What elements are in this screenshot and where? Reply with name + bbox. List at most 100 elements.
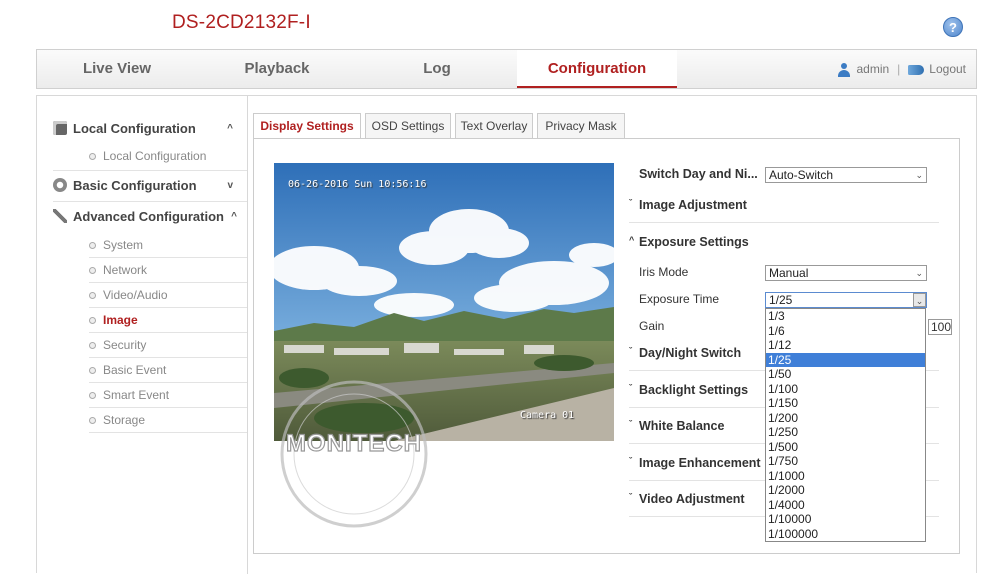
gain-label: Gain [639, 319, 665, 333]
dropdown-option[interactable]: 1/250 [766, 425, 925, 440]
sidebar-basic-configuration[interactable]: Basic Configuration v [53, 173, 243, 199]
sidebar-head-label: Basic Configuration [73, 178, 197, 193]
chevron-down-icon[interactable]: ⌄ [913, 293, 926, 307]
username: admin [856, 62, 890, 76]
section-label: Video Adjustment [639, 492, 745, 506]
sidebar-item-label: Video/Audio [103, 288, 168, 302]
sidebar-item-label: Storage [103, 413, 146, 427]
section-exposure-settings[interactable]: ^ Exposure Settings [629, 224, 939, 254]
bullet-icon [89, 392, 96, 399]
exposure-time-label: Exposure Time [639, 292, 720, 306]
divider [53, 201, 247, 202]
sidebar-item-video-audio[interactable]: Video/Audio [89, 283, 247, 308]
dropdown-option[interactable]: 1/50 [766, 367, 925, 382]
user-icon [837, 62, 851, 77]
section-label: Image Adjustment [639, 198, 747, 212]
section-label: White Balance [639, 419, 725, 433]
gear-icon [53, 178, 67, 192]
section-label: Day/Night Switch [639, 346, 742, 360]
tab-text-overlay[interactable]: Text Overlay [455, 113, 533, 139]
bullet-icon [89, 367, 96, 374]
bullet-icon [89, 292, 96, 299]
section-label: Image Enhancement [639, 456, 761, 470]
caret-down-icon: ˇ [629, 419, 632, 429]
caret-down-icon: ˇ [629, 492, 632, 502]
dropdown-option-selected[interactable]: 1/25 [766, 352, 925, 367]
bullet-icon [89, 267, 96, 274]
user-area: admin | Logout [837, 50, 966, 88]
sidebar-item-label: Network [103, 263, 148, 277]
section-label: Exposure Settings [639, 235, 749, 249]
tab-osd-settings[interactable]: OSD Settings [365, 113, 451, 139]
chevron-down-icon: ⌄ [915, 170, 923, 180]
nav-tab-live-view[interactable]: Live View [37, 50, 197, 88]
sidebar-item-label: Basic Event [103, 363, 167, 377]
nav-separator: | [897, 62, 901, 76]
wrench-icon [53, 209, 67, 223]
exposure-time-select[interactable]: 1/25 ⌄ [765, 292, 927, 308]
dropdown-option[interactable]: 1/200 [766, 411, 925, 426]
sidebar-item-local-configuration[interactable]: Local Configuration [89, 144, 247, 169]
sidebar-advanced-configuration[interactable]: Advanced Configuration ^ [53, 204, 243, 230]
chevron-down-icon[interactable]: v [227, 173, 233, 199]
sidebar-head-label: Advanced Configuration [73, 209, 224, 224]
sidebar-item-security[interactable]: Security [89, 333, 247, 358]
watermark-seal: MONITECH [274, 369, 444, 539]
section-label: Backlight Settings [639, 383, 749, 397]
select-value: Manual [769, 266, 809, 280]
iris-mode-select[interactable]: Manual ⌄ [765, 265, 927, 281]
osd-camera-name: Camera 01 [520, 410, 575, 421]
sidebar-item-label: Image [103, 313, 138, 327]
sidebar-item-smart-event[interactable]: Smart Event [89, 383, 247, 408]
bullet-icon [89, 417, 96, 424]
dropdown-option[interactable]: 1/4000 [766, 498, 925, 513]
sidebar-item-label: Security [103, 338, 147, 352]
chevron-up-icon[interactable]: ^ [227, 116, 233, 142]
sidebar-item-label: Local Configuration [103, 149, 207, 163]
nav-tab-playback[interactable]: Playback [197, 50, 357, 88]
gain-input[interactable]: 100 [928, 319, 952, 335]
nav-tab-log[interactable]: Log [357, 50, 517, 88]
dropdown-option[interactable]: 1/12 [766, 338, 925, 353]
select-value: 1/25 [769, 293, 793, 307]
chevron-up-icon[interactable]: ^ [231, 204, 237, 230]
logout-icon[interactable] [908, 64, 925, 75]
sidebar-item-storage[interactable]: Storage [89, 408, 247, 433]
divider [53, 170, 247, 171]
bullet-icon [89, 153, 96, 160]
nav-tab-configuration[interactable]: Configuration [517, 50, 677, 88]
sidebar-item-network[interactable]: Network [89, 258, 247, 283]
sidebar-item-label: Smart Event [103, 388, 170, 402]
sidebar-item-image[interactable]: Image [89, 308, 247, 333]
section-image-adjustment[interactable]: ˇ Image Adjustment [629, 187, 939, 223]
dropdown-option[interactable]: 1/1000 [766, 469, 925, 484]
logout-link[interactable]: Logout [929, 62, 966, 76]
osd-datetime: 06-26-2016 Sun 10:56:16 [288, 179, 427, 190]
dropdown-option[interactable]: 1/750 [766, 454, 925, 469]
exposure-time-dropdown: 1/3 1/6 1/12 1/25 1/50 1/100 1/150 1/200… [765, 308, 926, 542]
caret-down-icon: ˇ [629, 456, 632, 466]
svg-text:MONITECH: MONITECH [286, 430, 422, 457]
switch-day-night-label: Switch Day and Ni... [639, 167, 758, 181]
dropdown-option[interactable]: 1/10000 [766, 512, 925, 527]
bullet-icon [89, 317, 96, 324]
sidebar-local-configuration[interactable]: Local Configuration ^ [53, 116, 243, 142]
dropdown-option[interactable]: 1/100000 [766, 527, 925, 542]
help-icon[interactable]: ? [943, 17, 963, 37]
dropdown-option[interactable]: 1/100 [766, 382, 925, 397]
switch-day-night-select[interactable]: Auto-Switch ⌄ [765, 167, 927, 183]
sidebar-item-system[interactable]: System [89, 233, 247, 258]
caret-down-icon: ˇ [629, 198, 632, 208]
bullet-icon [89, 242, 96, 249]
sidebar-item-label: System [103, 238, 144, 252]
tab-display-settings[interactable]: Display Settings [253, 113, 361, 139]
dropdown-option[interactable]: 1/3 [766, 309, 925, 324]
dropdown-option[interactable]: 1/500 [766, 440, 925, 455]
chevron-down-icon: ⌄ [915, 268, 923, 278]
caret-down-icon: ˇ [629, 383, 632, 393]
dropdown-option[interactable]: 1/150 [766, 396, 925, 411]
tab-privacy-mask[interactable]: Privacy Mask [537, 113, 625, 139]
dropdown-option[interactable]: 1/6 [766, 324, 925, 339]
dropdown-option[interactable]: 1/2000 [766, 483, 925, 498]
sidebar-item-basic-event[interactable]: Basic Event [89, 358, 247, 383]
